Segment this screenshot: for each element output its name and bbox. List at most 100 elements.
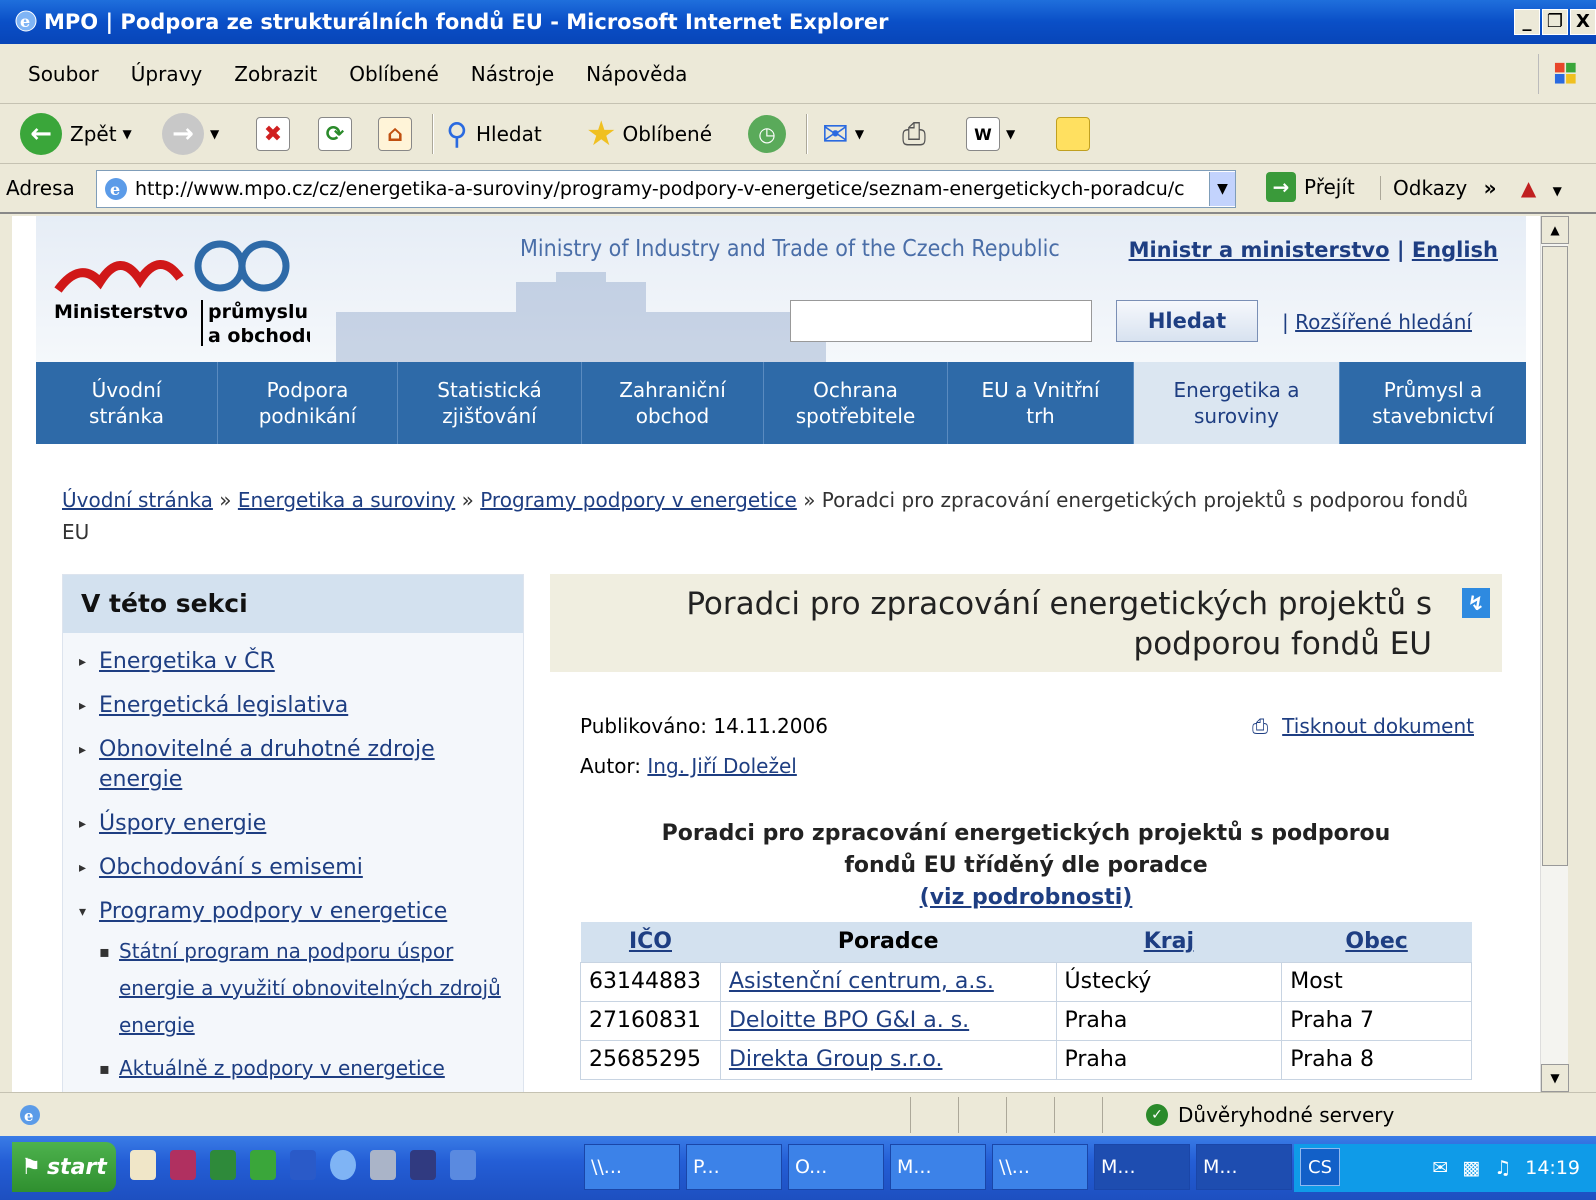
outlook-quick-icon[interactable] xyxy=(250,1150,276,1180)
edit-button[interactable]: W ▼ xyxy=(966,112,1015,156)
task-folder[interactable]: \\... xyxy=(584,1144,680,1190)
network-tray-icon[interactable]: ▩ xyxy=(1462,1157,1480,1179)
close-button[interactable]: X xyxy=(1570,9,1596,35)
security-zone: ✓ Důvěryhodné servery xyxy=(1146,1103,1394,1127)
printer-icon: ⎙ xyxy=(1252,714,1269,738)
sidebar-item: ▸ Energetická legislativa xyxy=(63,691,523,721)
header-city[interactable]: Obec xyxy=(1345,929,1407,954)
sidebar-item: ▸ Energetika v ČR xyxy=(63,647,523,677)
nav-statistics[interactable]: Statistická zjišťování xyxy=(398,362,582,444)
app-quick-icon[interactable] xyxy=(170,1150,196,1180)
excel-quick-icon[interactable] xyxy=(210,1150,236,1180)
vertical-scrollbar[interactable]: ▲ ▼ xyxy=(1540,216,1569,1092)
refresh-icon[interactable]: ⟳ xyxy=(318,117,352,151)
task-outlook[interactable]: O... xyxy=(788,1144,884,1190)
minister-link[interactable]: Ministr a ministerstvo xyxy=(1129,238,1390,262)
advanced-search-link[interactable]: Rozšířené hledání xyxy=(1295,310,1472,334)
back-label: Zpět xyxy=(70,122,117,146)
forward-button[interactable]: → ▼ xyxy=(162,112,219,156)
section-sidebar: V této sekci ▸ Energetika v ČR ▸ Energetic… xyxy=(62,574,524,1092)
links-label: Odkazy xyxy=(1393,176,1468,200)
ie-icon: e xyxy=(15,10,37,32)
user-quick-icon[interactable] xyxy=(370,1150,396,1180)
save-quick-icon[interactable] xyxy=(410,1150,436,1180)
taskbar: ⚑ start \\... P... O... M... \\... M... … xyxy=(0,1136,1596,1200)
volume-tray-icon[interactable]: ♫ xyxy=(1494,1157,1511,1179)
back-button[interactable]: ← Zpět ▼ xyxy=(20,112,132,156)
menu-file[interactable]: Soubor xyxy=(14,62,113,86)
logo-line3: a obchodu xyxy=(208,325,310,347)
menu-help[interactable]: Nápověda xyxy=(572,62,701,86)
menu-edit[interactable]: Úpravy xyxy=(117,62,216,86)
desktop-quick-icon[interactable] xyxy=(450,1150,476,1180)
mail-tray-icon[interactable]: ✉ xyxy=(1432,1157,1448,1179)
site-search-input[interactable] xyxy=(790,300,1092,342)
sidebar-item: ▸ Úspory energie xyxy=(63,809,523,839)
breadcrumb-home[interactable]: Úvodní stránka xyxy=(62,488,213,512)
status-bar: e ✓ Důvěryhodné servery xyxy=(0,1092,1596,1136)
nav-energy[interactable]: Energetika a suroviny xyxy=(1134,362,1340,444)
menu-view[interactable]: Zobrazit xyxy=(220,62,331,86)
nav-foreign-trade[interactable]: Zahraniční obchod xyxy=(582,362,764,444)
window-title: MPO | Podpora ze strukturálních fondů EU… xyxy=(44,10,889,34)
task-powerpoint[interactable]: M... xyxy=(890,1144,986,1190)
print-link[interactable]: Tisknout dokument xyxy=(1282,714,1474,738)
ie-quick-icon[interactable] xyxy=(330,1150,356,1180)
menu-tools[interactable]: Nástroje xyxy=(457,62,568,86)
author-link[interactable]: Ing. Jiří Doležel xyxy=(647,754,796,778)
print-document[interactable]: ⎙ Tisknout dokument xyxy=(1252,714,1474,738)
table-row: 63144883 Asistenční centrum, a.s. Ústeck… xyxy=(580,961,1472,1002)
stop-icon[interactable]: ✖ xyxy=(256,117,290,151)
printer-quick-icon[interactable] xyxy=(130,1150,156,1180)
chevron-down-icon: ▼ xyxy=(210,127,220,141)
scroll-thumb[interactable] xyxy=(1542,246,1568,866)
note-icon[interactable] xyxy=(1056,117,1090,151)
mail-button[interactable]: ✉ ▼ xyxy=(822,112,864,156)
history-icon[interactable]: ◷ xyxy=(748,115,786,153)
back-arrow-icon: ← xyxy=(20,113,62,155)
nav-industry[interactable]: Průmysl a stavebnictví xyxy=(1340,362,1526,444)
scroll-down-icon[interactable]: ▼ xyxy=(1541,1064,1569,1092)
go-button[interactable]: → Přejít xyxy=(1266,172,1355,202)
article-heading: Poradci pro zpracování energetických pro… xyxy=(550,574,1502,672)
quick-launch xyxy=(130,1150,476,1180)
address-field[interactable]: e http://www.mpo.cz/cz/energetika-a-suro… xyxy=(96,170,1236,208)
print-icon[interactable]: ⎙ xyxy=(902,117,926,152)
sidebar-subitem: ▪ Aktuálně z podpory v energetice xyxy=(63,1050,523,1087)
toolbar: ← Zpět ▼ → ▼ ✖ ⟳ ⌂ ⚲ Hledat ★ Oblíbené ◷… xyxy=(0,104,1596,164)
menu-favorites[interactable]: Oblíbené xyxy=(335,62,453,86)
task-buttons: \\... P... O... M... \\... M... M... xyxy=(584,1144,1292,1190)
word-quick-icon[interactable] xyxy=(290,1150,316,1180)
nav-eu-internal-market[interactable]: EU a Vnitřní trh xyxy=(948,362,1134,444)
task-ie[interactable]: M... xyxy=(1196,1144,1292,1190)
details-link[interactable]: (viz podrobnosti) xyxy=(920,885,1133,910)
task-folder-2[interactable]: \\... xyxy=(992,1144,1088,1190)
scroll-up-icon[interactable]: ▲ xyxy=(1541,216,1569,244)
search-button[interactable]: ⚲ Hledat xyxy=(446,112,542,156)
logo-line1: Ministerstvo xyxy=(54,301,188,323)
nav-home[interactable]: Úvodní stránka xyxy=(36,362,218,444)
lightning-icon: ↯ xyxy=(1462,588,1490,618)
english-link[interactable]: English xyxy=(1412,238,1498,262)
breadcrumb: Úvodní stránka » Energetika a suroviny »… xyxy=(62,488,1469,544)
favorites-button[interactable]: ★ Oblíbené xyxy=(586,112,712,156)
breadcrumb-energy[interactable]: Energetika a suroviny xyxy=(238,488,455,512)
links-button[interactable]: Odkazy » ▲ ▼ xyxy=(1380,176,1562,200)
chevron-down-icon[interactable]: ▼ xyxy=(1209,172,1235,206)
restore-button[interactable]: ❐ xyxy=(1542,9,1568,35)
home-icon[interactable]: ⌂ xyxy=(378,117,412,151)
task-outlook-2[interactable]: M... xyxy=(1094,1144,1190,1190)
header-region[interactable]: Kraj xyxy=(1144,929,1194,954)
nav-consumer-protection[interactable]: Ochrana spotřebitele xyxy=(764,362,948,444)
page-viewport: Ministerstvo průmyslu a obchodu Ministry… xyxy=(12,216,1540,1092)
start-button[interactable]: ⚑ start xyxy=(12,1142,116,1192)
header-ico[interactable]: IČO xyxy=(629,929,672,954)
site-search-button[interactable]: Hledat xyxy=(1116,300,1258,342)
bullet-arrow-icon: ▸ xyxy=(79,654,87,670)
breadcrumb-programs[interactable]: Programy podpory v energetice xyxy=(480,488,797,512)
task-word[interactable]: P... xyxy=(686,1144,782,1190)
svg-text:e: e xyxy=(110,180,120,199)
language-indicator[interactable]: CS xyxy=(1300,1148,1340,1186)
minimize-button[interactable]: _ xyxy=(1514,9,1540,35)
nav-business-support[interactable]: Podpora podnikání xyxy=(218,362,398,444)
